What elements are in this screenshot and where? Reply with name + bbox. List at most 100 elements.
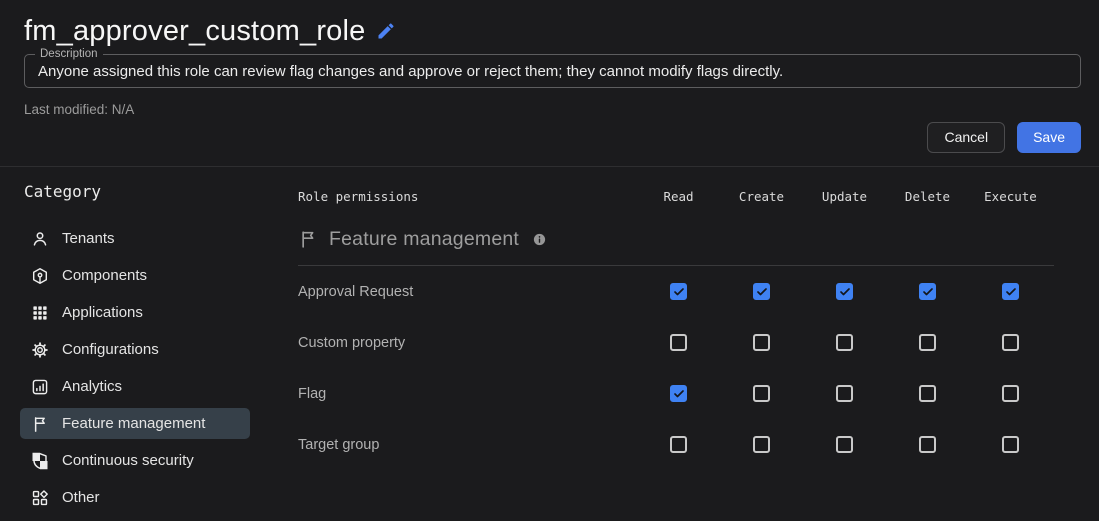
permission-row-label: Custom property (298, 334, 406, 351)
checkbox-update-flag[interactable] (836, 385, 853, 402)
permissions-table-header: Role permissions Read Create Update Delete E… (298, 189, 1054, 205)
checkbox-cell (637, 334, 720, 351)
column-header-execute: Execute (984, 189, 1037, 204)
checkbox-execute-target-group[interactable] (1002, 436, 1019, 453)
edit-title-button[interactable] (376, 21, 396, 41)
gear-icon (31, 341, 49, 359)
permission-row-label: Target group (298, 436, 380, 453)
checkbox-cell (886, 334, 969, 351)
checkbox-cell (969, 334, 1052, 351)
info-icon[interactable] (532, 232, 547, 247)
check-icon (673, 287, 684, 295)
checkbox-cell (969, 436, 1052, 453)
checkbox-cell (803, 436, 886, 453)
sidebar-item-label: Continuous security (62, 452, 194, 469)
sidebar-item-applications[interactable]: Applications (20, 297, 250, 328)
permission-row-approval-request: Approval Request (298, 266, 1054, 317)
section-title: Feature management (329, 227, 520, 250)
sidebar-item-label: Analytics (62, 378, 123, 395)
checkbox-update-approval-request[interactable] (836, 283, 853, 300)
cancel-button[interactable]: Cancel (927, 122, 1006, 153)
component-icon (31, 267, 49, 285)
checkbox-cell (720, 334, 803, 351)
check-icon (922, 287, 933, 295)
checkbox-cell (886, 283, 969, 300)
checkbox-create-approval-request[interactable] (753, 283, 770, 300)
checkbox-cell (803, 334, 886, 351)
sidebar-item-other[interactable]: Other (20, 482, 250, 513)
sidebar-item-label: Configurations (62, 341, 159, 358)
permission-row-label: Approval Request (298, 283, 414, 300)
category-sidebar: Category Tenants Components Applications… (20, 183, 250, 519)
sidebar-item-analytics[interactable]: Analytics (20, 371, 250, 402)
description-input[interactable] (25, 62, 1080, 80)
main-area: Category Tenants Components Applications… (0, 167, 1099, 519)
checkbox-cell (803, 283, 886, 300)
checkbox-read-custom-property[interactable] (670, 334, 687, 351)
other-grid-icon (31, 489, 49, 507)
checkbox-cell (803, 385, 886, 402)
checkbox-cell (720, 385, 803, 402)
sidebar-item-label: Applications (62, 304, 143, 321)
sidebar-item-tenants[interactable]: Tenants (20, 223, 250, 254)
category-list: Tenants Components Applications Configur… (20, 223, 250, 519)
person-icon (31, 230, 49, 248)
page-title: fm_approver_custom_role (24, 15, 366, 47)
permission-row-target-group: Target group (298, 419, 1054, 470)
checkbox-delete-flag[interactable] (919, 385, 936, 402)
check-icon (839, 287, 850, 295)
category-heading: Category (24, 182, 102, 201)
checkbox-cell (969, 283, 1052, 300)
check-icon (756, 287, 767, 295)
checkbox-execute-approval-request[interactable] (1002, 283, 1019, 300)
sidebar-item-label: Tenants (62, 230, 115, 247)
checkbox-delete-target-group[interactable] (919, 436, 936, 453)
checkbox-cell (637, 385, 720, 402)
sidebar-item-continuous-security[interactable]: Continuous security (20, 445, 250, 476)
checkbox-cell (720, 436, 803, 453)
column-header-read: Read (663, 189, 694, 204)
checkbox-delete-approval-request[interactable] (919, 283, 936, 300)
description-field-label: Description (35, 47, 103, 61)
checkbox-delete-custom-property[interactable] (919, 334, 936, 351)
analytics-icon (31, 378, 49, 396)
checkbox-create-custom-property[interactable] (753, 334, 770, 351)
checkbox-update-custom-property[interactable] (836, 334, 853, 351)
checkbox-execute-flag[interactable] (1002, 385, 1019, 402)
apps-grid-icon (31, 304, 49, 322)
sidebar-item-components[interactable]: Components (20, 260, 250, 291)
role-permissions-page: fm_approver_custom_role Description Last… (0, 0, 1099, 521)
sidebar-item-label: Components (62, 267, 148, 284)
column-header-update: Update (821, 189, 868, 204)
sidebar-item-label: Other (62, 489, 100, 506)
check-icon (1005, 287, 1016, 295)
flag-icon (31, 415, 49, 433)
checkbox-update-target-group[interactable] (836, 436, 853, 453)
description-field: Description (24, 47, 1081, 88)
pencil-icon (378, 23, 394, 39)
checkbox-cell (637, 436, 720, 453)
last-modified-text: Last modified: N/A (24, 102, 135, 117)
checkbox-cell (886, 385, 969, 402)
checkbox-read-target-group[interactable] (670, 436, 687, 453)
action-buttons: Cancel Save (24, 122, 1081, 153)
checkbox-execute-custom-property[interactable] (1002, 334, 1019, 351)
permissions-panel: Role permissions Read Create Update Delete E… (298, 183, 1054, 519)
checkbox-cell (969, 385, 1052, 402)
role-permissions-label: Role permissions (298, 189, 419, 204)
checkbox-read-flag[interactable] (670, 385, 687, 402)
checkbox-create-flag[interactable] (753, 385, 770, 402)
flag-icon (298, 229, 318, 249)
checkbox-create-target-group[interactable] (753, 436, 770, 453)
check-icon (673, 389, 684, 397)
column-header-create: Create (738, 189, 785, 204)
checkbox-cell (637, 283, 720, 300)
sidebar-item-label: Feature management (62, 415, 206, 432)
sidebar-item-feature-management[interactable]: Feature management (20, 408, 250, 439)
title-row: fm_approver_custom_role (24, 14, 1081, 48)
permissions-rows: Approval Request Custom property Flag Ta… (298, 266, 1054, 470)
sidebar-item-configurations[interactable]: Configurations (20, 334, 250, 365)
checkbox-read-approval-request[interactable] (670, 283, 687, 300)
checkbox-cell (720, 283, 803, 300)
save-button[interactable]: Save (1017, 122, 1081, 153)
